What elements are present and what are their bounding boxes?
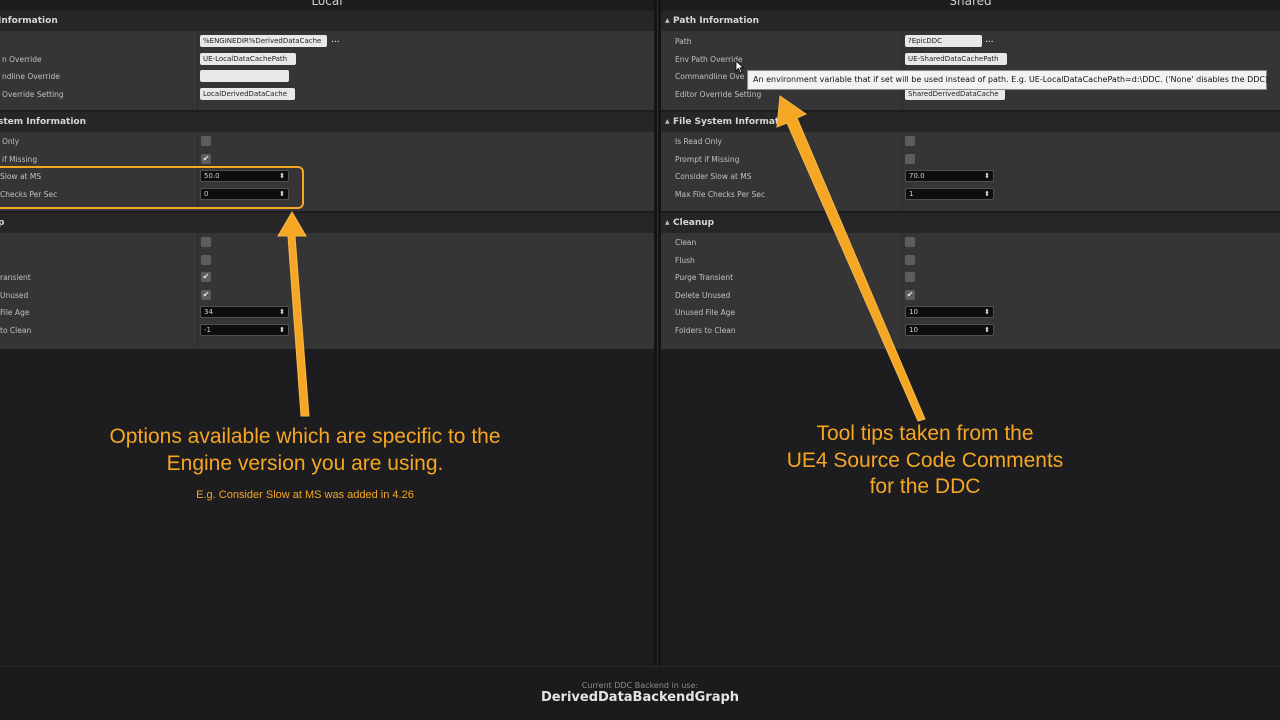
right-arrow-icon [776, 95, 926, 422]
annotation-arrows [277, 95, 926, 422]
left-annotation-line: Options available which are specific to … [109, 425, 501, 448]
right-annotation-line: Tool tips taken from the [816, 422, 1034, 445]
left-annotation-sub: E.g. Consider Slow at MS was added in 4.… [196, 489, 414, 501]
left-annotation: Options available which are specific to … [60, 423, 550, 477]
right-annotation-line: for the DDC [869, 475, 981, 498]
left-annotation-line: Engine version you are using. [166, 452, 444, 475]
ddc-backend-label: Current DDC Backend in use: [581, 681, 699, 690]
right-annotation-line: UE4 Source Code Comments [786, 448, 1064, 472]
status-footer: Current DDC Backend in use: DerivedDataB… [0, 666, 1280, 720]
right-annotation: Tool tips taken from the UE4 Source Code… [740, 421, 1110, 501]
left-arrow-icon [277, 211, 310, 417]
ddc-backend-value: DerivedDataBackendGraph [540, 690, 740, 705]
